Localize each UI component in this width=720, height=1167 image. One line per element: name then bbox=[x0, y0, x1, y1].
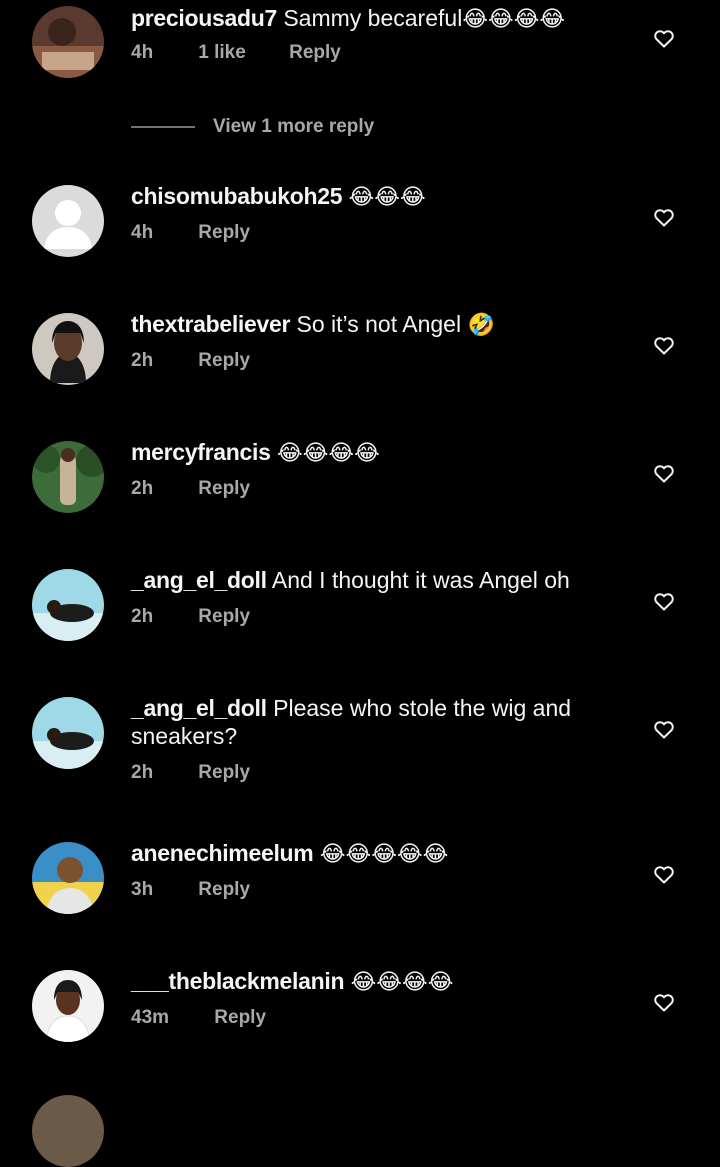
avatar[interactable] bbox=[32, 842, 104, 914]
comment-item: thextrabeliever So it’s not Angel 🤣 2h R… bbox=[0, 310, 720, 400]
reply-button[interactable]: Reply bbox=[198, 222, 250, 243]
comment-body: So it’s not Angel bbox=[296, 311, 462, 337]
comment-text: thextrabeliever So it’s not Angel 🤣 bbox=[131, 310, 610, 340]
comment-text: preciousadu7 Sammy becareful😂😂😂😂 bbox=[131, 4, 610, 34]
reply-button[interactable]: Reply bbox=[198, 350, 250, 371]
heart-icon[interactable] bbox=[652, 717, 676, 741]
comment-time: 2h bbox=[131, 606, 154, 627]
comment-username[interactable]: _ang_el_doll bbox=[131, 695, 267, 721]
comment-text: chisomubabukoh25 😂😂😂 bbox=[131, 182, 610, 212]
comment-item: _ang_el_doll And I thought it was Angel … bbox=[0, 566, 720, 656]
comment-item: _ang_el_doll Please who stole the wig an… bbox=[0, 694, 720, 804]
view-more-label: View 1 more reply bbox=[213, 116, 375, 137]
reply-button[interactable]: Reply bbox=[198, 879, 250, 900]
reply-button[interactable]: Reply bbox=[214, 1007, 266, 1028]
comment-time: 2h bbox=[131, 350, 154, 371]
heart-icon[interactable] bbox=[652, 333, 676, 357]
heart-icon[interactable] bbox=[652, 990, 676, 1014]
comment-time: 2h bbox=[131, 762, 154, 783]
divider-line bbox=[131, 125, 195, 128]
comment-emoji: 😂😂😂😂 bbox=[462, 7, 566, 32]
comment-username[interactable]: mercyfrancis bbox=[131, 439, 271, 465]
avatar[interactable] bbox=[32, 697, 104, 769]
comment-time: 4h bbox=[131, 42, 154, 63]
heart-icon[interactable] bbox=[652, 862, 676, 886]
comment-meta: 2h Reply bbox=[131, 606, 250, 628]
comment-item: preciousadu7 Sammy becareful😂😂😂😂 4h 1 li… bbox=[0, 4, 720, 94]
comment-body: Sammy becareful bbox=[283, 5, 463, 31]
heart-icon[interactable] bbox=[652, 205, 676, 229]
reply-button[interactable]: Reply bbox=[198, 478, 250, 499]
comment-meta: 3h Reply bbox=[131, 879, 250, 901]
reply-button[interactable]: Reply bbox=[198, 606, 250, 627]
comment-body: And I thought it was Angel oh bbox=[271, 567, 570, 593]
comment-meta: 4h 1 like Reply bbox=[131, 42, 341, 64]
comment-meta: 2h Reply bbox=[131, 762, 250, 784]
comment-text: mercyfrancis 😂😂😂😂 bbox=[131, 438, 610, 468]
comment-meta: 2h Reply bbox=[131, 350, 250, 372]
comment-meta: 4h Reply bbox=[131, 222, 250, 244]
comment-text: _ang_el_doll And I thought it was Angel … bbox=[131, 566, 610, 594]
comment-emoji: 😂😂😂 bbox=[348, 185, 426, 210]
heart-icon[interactable] bbox=[652, 461, 676, 485]
comment-item: chisomubabukoh25 😂😂😂 4h Reply bbox=[0, 182, 720, 272]
comment-item: anenechimeelum 😂😂😂😂😂 3h Reply bbox=[0, 839, 720, 929]
comment-username[interactable]: thextrabeliever bbox=[131, 311, 290, 337]
comment-username[interactable]: anenechimeelum bbox=[131, 840, 314, 866]
comment-text: anenechimeelum 😂😂😂😂😂 bbox=[131, 839, 610, 869]
avatar[interactable] bbox=[32, 1095, 104, 1167]
comment-emoji: 😂😂😂😂 bbox=[277, 441, 380, 466]
comment-time: 4h bbox=[131, 222, 154, 243]
avatar[interactable] bbox=[32, 441, 104, 513]
comment-time: 2h bbox=[131, 478, 154, 499]
comment-text: _ang_el_doll Please who stole the wig an… bbox=[131, 694, 610, 750]
heart-icon[interactable] bbox=[652, 26, 676, 50]
avatar[interactable] bbox=[32, 6, 104, 78]
comment-emoji: 😂😂😂😂 bbox=[350, 970, 454, 995]
comment-time: 43m bbox=[131, 1007, 170, 1028]
comment-username[interactable]: preciousadu7 bbox=[131, 5, 277, 31]
comment-emoji: 😂😂😂😂😂 bbox=[319, 842, 449, 867]
avatar[interactable] bbox=[32, 569, 104, 641]
comment-time: 3h bbox=[131, 879, 154, 900]
reply-button[interactable]: Reply bbox=[289, 42, 341, 63]
comment-likes[interactable]: 1 like bbox=[198, 42, 246, 64]
comment-item: mercyfrancis 😂😂😂😂 2h Reply bbox=[0, 438, 720, 528]
comment-username[interactable]: ___theblackmelanin bbox=[131, 968, 345, 994]
heart-icon[interactable] bbox=[652, 589, 676, 613]
reply-button[interactable]: Reply bbox=[198, 762, 250, 783]
comment-username[interactable]: _ang_el_doll bbox=[131, 567, 267, 593]
comment-text: ___theblackmelanin 😂😂😂😂 bbox=[131, 967, 610, 997]
avatar[interactable] bbox=[32, 185, 104, 257]
comment-item: ___theblackmelanin 😂😂😂😂 43m Reply bbox=[0, 967, 720, 1057]
avatar[interactable] bbox=[32, 970, 104, 1042]
comment-username[interactable]: chisomubabukoh25 bbox=[131, 183, 342, 209]
avatar[interactable] bbox=[32, 313, 104, 385]
comment-meta: 43m Reply bbox=[131, 1007, 266, 1029]
comment-meta: 2h Reply bbox=[131, 478, 250, 500]
comment-emoji: 🤣 bbox=[467, 313, 495, 338]
view-more-replies[interactable]: View 1 more reply bbox=[131, 116, 374, 140]
